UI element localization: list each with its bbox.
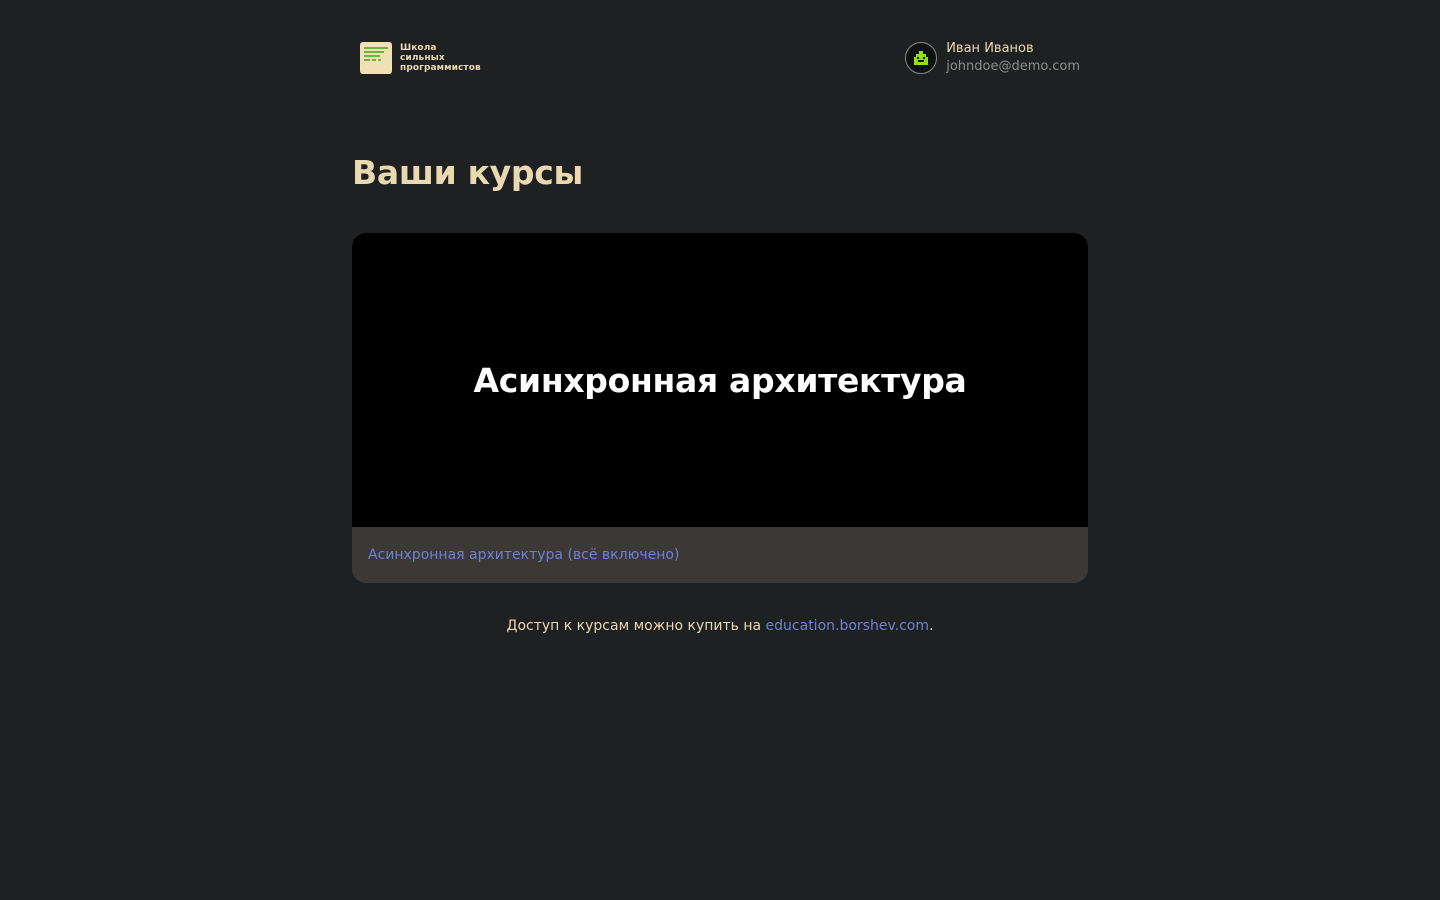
user-email: johndoe@demo.com	[946, 59, 1080, 74]
note-text: Доступ к курсам можно купить на	[506, 618, 766, 634]
avatar[interactable]	[905, 42, 938, 74]
course-footer: Асинхронная архитектура (всё включено)	[352, 527, 1088, 583]
course-cover-title: Асинхронная архитектура	[473, 360, 967, 400]
course-card[interactable]: Асинхронная архитектура Асинхронная архи…	[352, 233, 1088, 583]
user-menu[interactable]: Иван Иванов johndoe@demo.com	[905, 40, 1080, 76]
logo-line: Школа	[400, 43, 437, 53]
logo-icon	[360, 42, 392, 74]
course-cover[interactable]: Асинхронная архитектура	[352, 233, 1088, 527]
purchase-note: Доступ к курсам можно купить на educatio…	[352, 616, 1088, 636]
user-info: Иван Иванов johndoe@demo.com	[946, 40, 1080, 76]
page: Школа сильных программистов Иван Иванов …	[0, 0, 1440, 900]
note-suffix: .	[929, 618, 934, 634]
header: Школа сильных программистов Иван Иванов …	[352, 0, 1088, 120]
course-link[interactable]: Асинхронная архитектура (всё включено)	[368, 547, 679, 563]
logo-line: программистов	[400, 63, 481, 73]
shop-link[interactable]: education.borshev.com	[766, 618, 929, 634]
logo-text: Школа сильных программистов	[400, 43, 481, 73]
logo-link[interactable]: Школа сильных программистов	[360, 42, 481, 74]
main-container: Школа сильных программистов Иван Иванов …	[352, 0, 1088, 634]
pixel-avatar-icon	[914, 51, 929, 65]
user-name: Иван Иванов	[946, 41, 1034, 56]
page-title: Ваши курсы	[352, 153, 584, 192]
logo-line: сильных	[400, 53, 445, 63]
